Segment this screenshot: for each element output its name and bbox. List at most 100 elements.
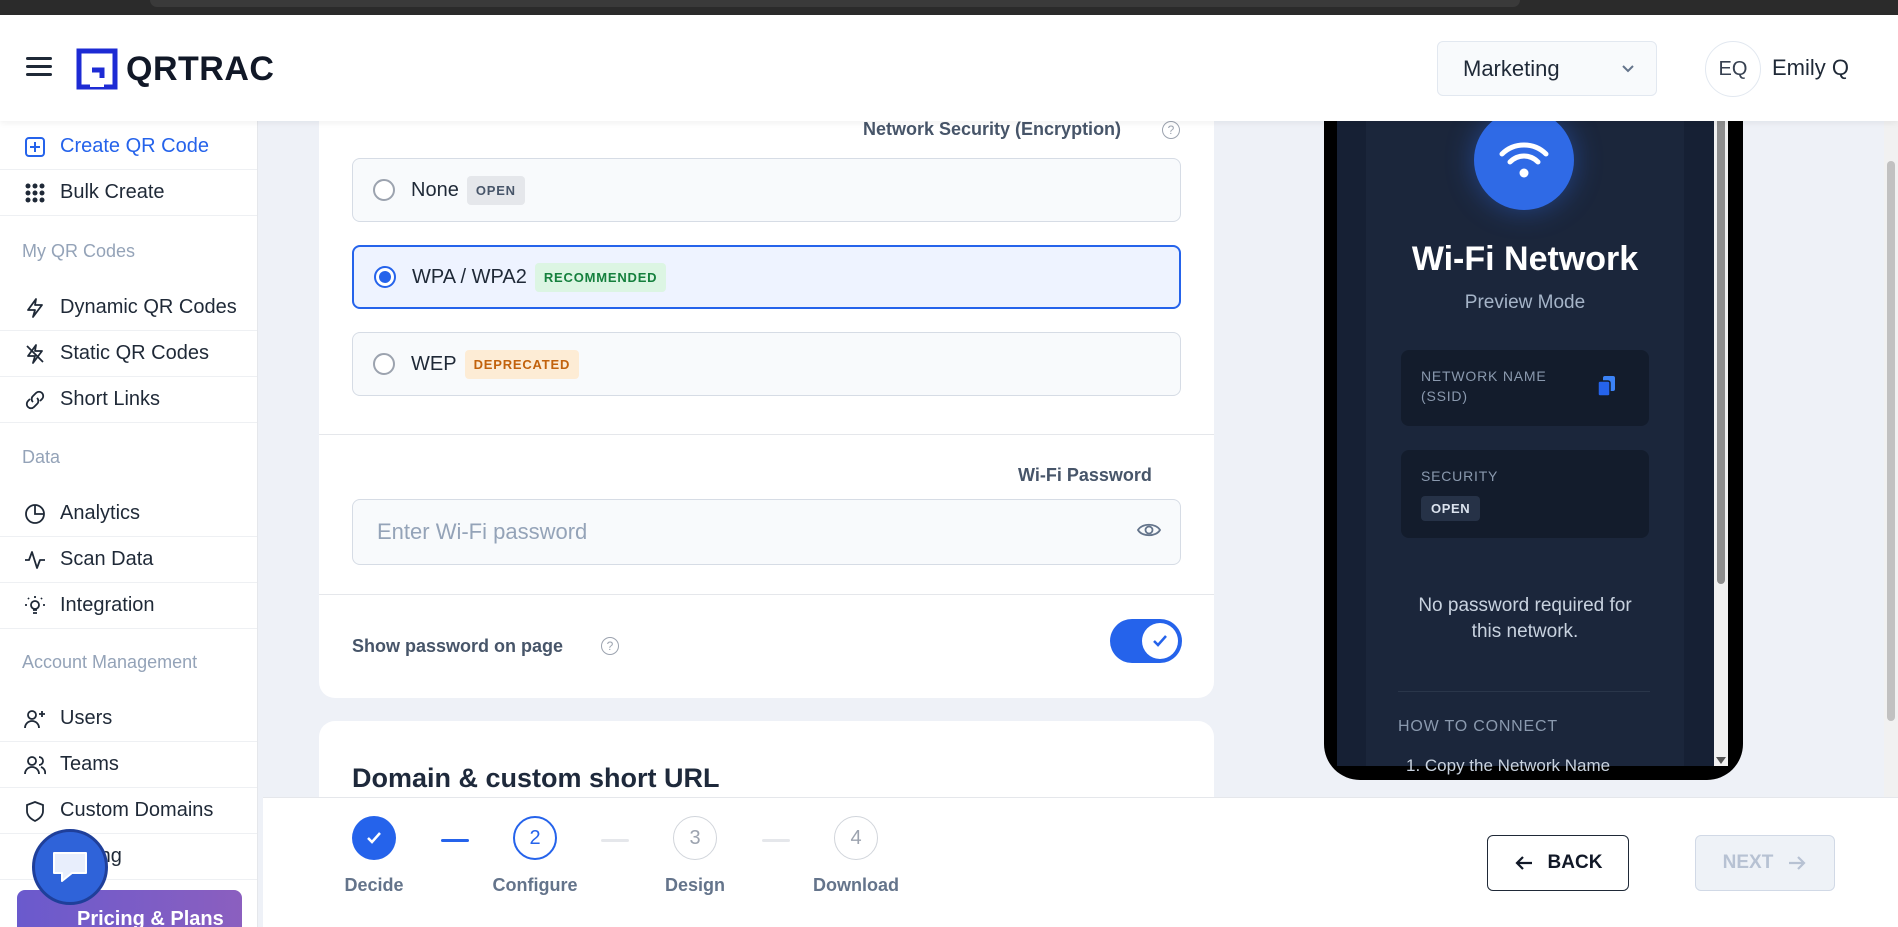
status-badge: OPEN [466, 175, 525, 205]
back-button-label: BACK [1547, 852, 1603, 873]
preview-scrollbar[interactable] [1714, 100, 1728, 766]
sidebar-section-account-management: Account Management [22, 652, 198, 672]
step-4-circle[interactable]: 4 [834, 816, 878, 860]
lightning-off-icon [24, 343, 46, 365]
network-security-label: Network Security (Encryption) [863, 119, 1122, 139]
stepper-footer [263, 797, 1898, 927]
link-icon [24, 389, 46, 411]
preview-subtitle: Preview Mode [1464, 292, 1586, 313]
app-name: QRTRAC [126, 49, 275, 88]
shield-icon [24, 800, 46, 822]
workspace-select[interactable]: Marketing [1437, 41, 1657, 96]
sidebar-item-label: Users [60, 707, 113, 729]
lightning-icon [24, 297, 46, 319]
radio-button[interactable] [374, 266, 396, 288]
sidebar-item-label: Scan Data [60, 548, 154, 570]
arrow-right-icon [1789, 856, 1806, 870]
sidebar-item-scan-data[interactable]: Scan Data [0, 537, 257, 583]
step-1-circle[interactable] [352, 816, 396, 860]
users-icon [24, 754, 46, 776]
sidebar-item-label: Integration [60, 594, 155, 616]
check-icon [1153, 635, 1167, 647]
sidebar-item-custom-domains[interactable]: Custom Domains [0, 788, 257, 834]
avatar[interactable]: EQ [1705, 41, 1761, 97]
plus-square-icon [24, 136, 46, 158]
radio-button[interactable] [373, 353, 395, 375]
option-label: WEP [411, 352, 457, 375]
menu-icon[interactable] [26, 57, 52, 77]
chat-support-button[interactable] [32, 829, 108, 905]
sidebar-item-short-links[interactable]: Short Links [0, 377, 257, 423]
security-option-wpa[interactable]: WPA / WPA2 RECOMMENDED [352, 245, 1181, 309]
sidebar-item-analytics[interactable]: Analytics [0, 491, 257, 537]
no-password-text: No password required for this network. [1418, 595, 1632, 642]
bulb-icon [24, 595, 46, 617]
wifi-icon [1499, 142, 1549, 178]
sidebar-item-teams[interactable]: Teams [0, 742, 257, 788]
logo-mark-icon [76, 48, 118, 90]
security-label: SECURITY [1421, 468, 1499, 484]
next-button[interactable]: NEXT [1695, 835, 1835, 891]
sidebar-item-label: Create QR Code [60, 135, 209, 157]
arrow-left-icon [1514, 856, 1532, 870]
grid-dots-icon [24, 182, 46, 204]
step-2-circle[interactable]: 2 [513, 816, 557, 860]
show-password-label: Show password on page [352, 636, 564, 656]
check-icon [367, 832, 381, 844]
show-password-toggle[interactable] [1110, 619, 1182, 663]
wifi-icon-badge [1474, 110, 1574, 210]
pie-chart-icon [24, 503, 46, 525]
domain-section-title: Domain & custom short URL [352, 763, 720, 793]
help-icon[interactable]: ? [601, 637, 619, 655]
security-badge: OPEN [1421, 496, 1481, 521]
sidebar-item-users[interactable]: Users [0, 696, 257, 742]
sidebar-section-data: Data [22, 447, 61, 467]
page-scrollbar[interactable] [1884, 121, 1898, 797]
next-button-label: NEXT [1722, 852, 1774, 873]
help-icon[interactable]: ? [1162, 121, 1180, 139]
sidebar-item-label: Dynamic QR Codes [60, 296, 237, 318]
sidebar-item-label: Custom Domains [60, 799, 214, 821]
security-option-none[interactable]: None OPEN [352, 158, 1181, 222]
eye-icon[interactable] [1136, 517, 1162, 543]
sidebar-item-label: Teams [60, 753, 119, 775]
preview-title: Wi-Fi Network [1411, 240, 1639, 278]
workspace-select-value: Marketing [1463, 55, 1560, 81]
browser-top-strip [0, 0, 1898, 15]
divider [1398, 691, 1650, 692]
step-4-label: Download [813, 875, 899, 895]
divider [319, 434, 1214, 435]
sidebar-item-create-qr-code[interactable]: Create QR Code [0, 124, 257, 170]
user-plus-icon [24, 708, 46, 730]
sidebar: Create QR Code Bulk Create My QR Codes D… [0, 121, 258, 927]
option-label: WPA / WPA2 [412, 265, 527, 288]
copy-icon[interactable] [1595, 374, 1619, 398]
sidebar-item-integration[interactable]: Integration [0, 583, 257, 629]
status-badge: RECOMMENDED [534, 262, 667, 292]
wifi-password-input[interactable] [352, 499, 1181, 565]
back-button[interactable]: BACK [1487, 835, 1629, 891]
sidebar-item-label: Static QR Codes [60, 342, 209, 364]
sidebar-item-bulk-create[interactable]: Bulk Create [0, 170, 257, 216]
option-label: None [411, 178, 459, 201]
toggle-knob [1142, 623, 1178, 659]
app-header: QRTRAC Marketing EQ Emily Q [0, 15, 1898, 121]
user-name[interactable]: Emily Q [1772, 55, 1849, 81]
security-option-wep[interactable]: WEP DEPRECATED [352, 332, 1181, 396]
wifi-password-label: Wi-Fi Password [1018, 465, 1152, 485]
network-name-label: NETWORK NAME (SSID) [1421, 368, 1547, 404]
divider [319, 594, 1214, 595]
app-logo[interactable]: QRTRAC [76, 48, 274, 90]
sidebar-section-my-qr-codes: My QR Codes [22, 241, 136, 261]
step-connector [762, 839, 790, 842]
chevron-down-icon [1622, 65, 1634, 73]
radio-button[interactable] [373, 179, 395, 201]
step-connector [441, 839, 469, 842]
step-connector [601, 839, 629, 842]
sidebar-item-static-qr-codes[interactable]: Static QR Codes [0, 331, 257, 377]
browser-url-bar [150, 0, 1520, 7]
step-3-label: Design [664, 875, 725, 895]
step-3-circle[interactable]: 3 [673, 816, 717, 860]
how-to-step-1: 1. Copy the Network Name [1406, 756, 1611, 775]
sidebar-item-dynamic-qr-codes[interactable]: Dynamic QR Codes [0, 285, 257, 331]
